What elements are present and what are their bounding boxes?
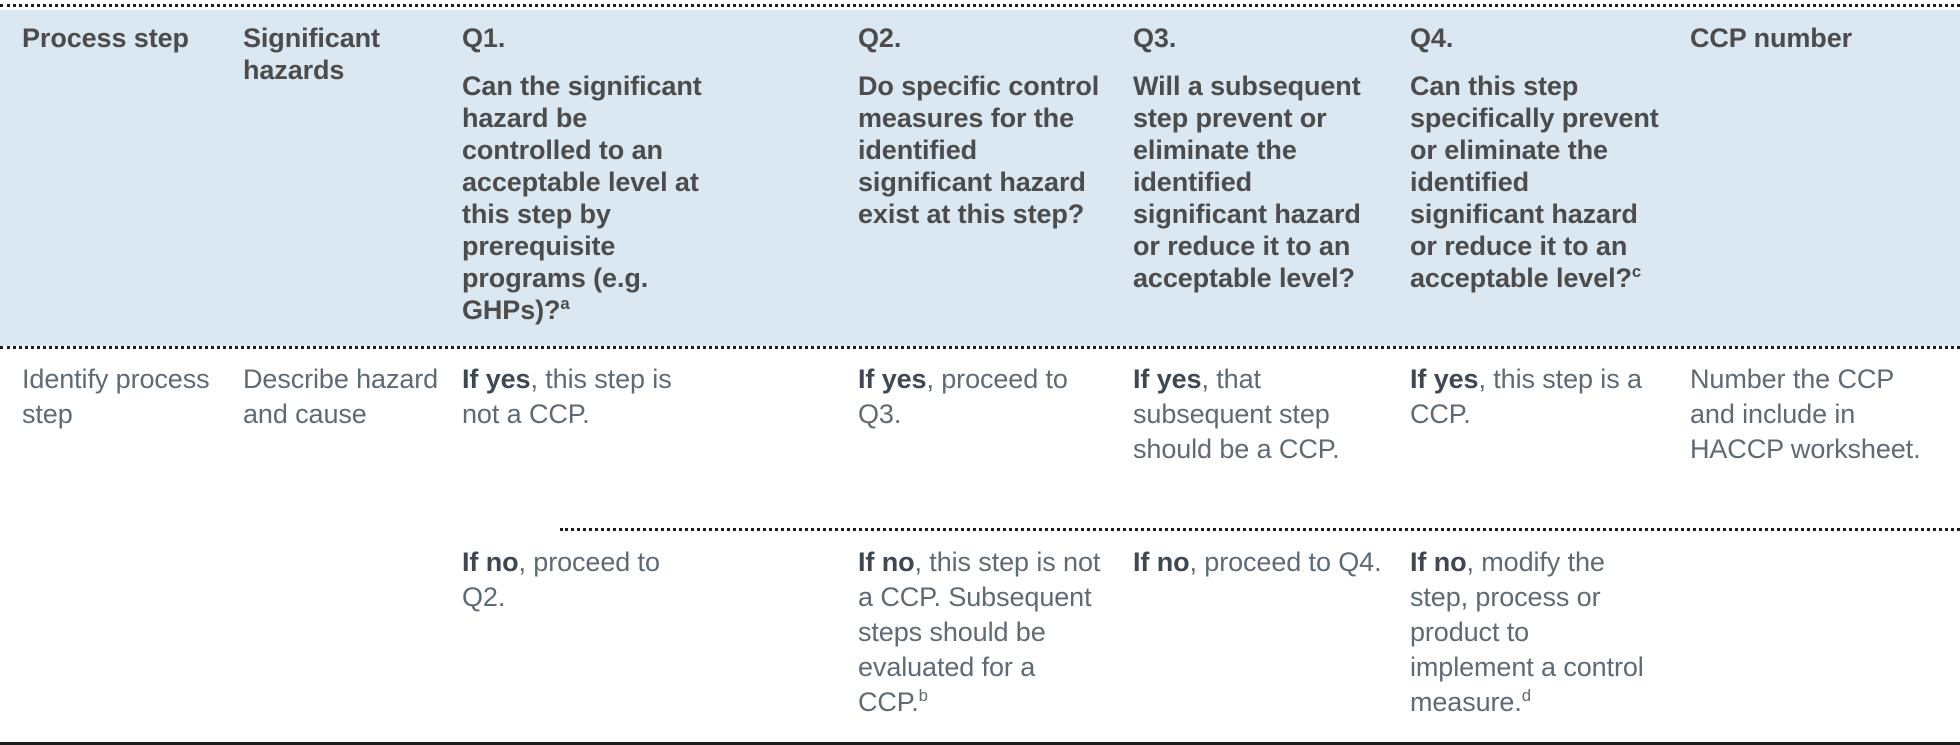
cell-q3-row1: If yes, that subsequent step should be a… (1133, 362, 1388, 467)
cell-q1-row2-lead: If no (462, 547, 519, 577)
column-header-q2-number: Q2. (858, 23, 902, 53)
column-header-q1-question: Can the significant hazard be controlled… (462, 71, 702, 325)
cell-process-step-row1: Identify process step (22, 364, 210, 429)
cell-significant-hazards-row1: Describe hazard and cause (243, 362, 458, 432)
cell-q4-row2-lead: If no (1410, 547, 1467, 577)
column-header-q1: Q1. Can the significant hazard be contro… (462, 22, 712, 326)
cell-q3-row1-lead: If yes (1133, 364, 1202, 394)
column-header-significant-hazards: Significant hazards (243, 22, 433, 86)
cell-q2-row1-lead: If yes (858, 364, 927, 394)
column-header-q2-question: Do specific control measures for the ide… (858, 71, 1100, 229)
column-header-q4-footnote-marker: c (1631, 262, 1642, 281)
table-row: Identify process step (22, 362, 232, 432)
cell-q2-row1: If yes, proceed to Q3. (858, 362, 1108, 432)
column-header-process-step: Process step (22, 22, 222, 54)
cell-ccp-number-row1: Number the CCP and include in HACCP work… (1690, 362, 1935, 467)
column-header-significant-hazards-label: Significant hazards (243, 23, 380, 85)
column-header-ccp-number: CCP number (1690, 22, 1940, 54)
column-header-q4-number: Q4. (1410, 23, 1454, 53)
table-row: If no, proceed to Q2. (462, 545, 707, 615)
cell-q1-row1-lead: If yes (462, 364, 531, 394)
cell-q4-row2-footnote-marker: d (1521, 686, 1531, 705)
cell-q3-row2-lead: If no (1133, 547, 1190, 577)
column-header-q4-question: Can this step specifically prevent or el… (1410, 71, 1659, 293)
cell-q4-row1: If yes, this step is a CCP. (1410, 362, 1655, 432)
cell-q4-row2: If no, modify the step, process or produ… (1410, 545, 1660, 720)
cell-q4-row1-lead: If yes (1410, 364, 1479, 394)
column-header-q2: Q2. Do specific control measures for the… (858, 22, 1108, 230)
cell-q3-row2-text: , proceed to Q4. (1189, 547, 1382, 577)
cell-q1-row1: If yes, this step is not a CCP. (462, 362, 707, 432)
column-header-ccp-number-label: CCP number (1690, 23, 1853, 53)
cell-q2-row2: If no, this step is not a CCP. Subsequen… (858, 545, 1108, 720)
cell-q2-row2-footnote-marker: b (918, 686, 928, 705)
column-header-q1-number: Q1. (462, 23, 506, 53)
cell-q2-row2-lead: If no (858, 547, 915, 577)
cell-significant-hazards-row1-text: Describe hazard and cause (243, 364, 439, 429)
column-header-q1-footnote-marker: a (560, 294, 570, 313)
column-header-q3: Q3. Will a subsequent step prevent or el… (1133, 22, 1385, 294)
haccp-decision-tree-table: Process step Significant hazards Q1. Can… (0, 0, 1960, 745)
column-header-q3-number: Q3. (1133, 23, 1177, 53)
cell-ccp-number-row1-text: Number the CCP and include in HACCP work… (1690, 364, 1921, 464)
column-header-process-step-label: Process step (22, 23, 189, 53)
cell-q3-row2: If no, proceed to Q4. (1133, 545, 1388, 580)
column-header-q4: Q4. Can this step specifically prevent o… (1410, 22, 1662, 294)
column-header-q3-question: Will a subsequent step prevent or elimin… (1133, 71, 1361, 293)
